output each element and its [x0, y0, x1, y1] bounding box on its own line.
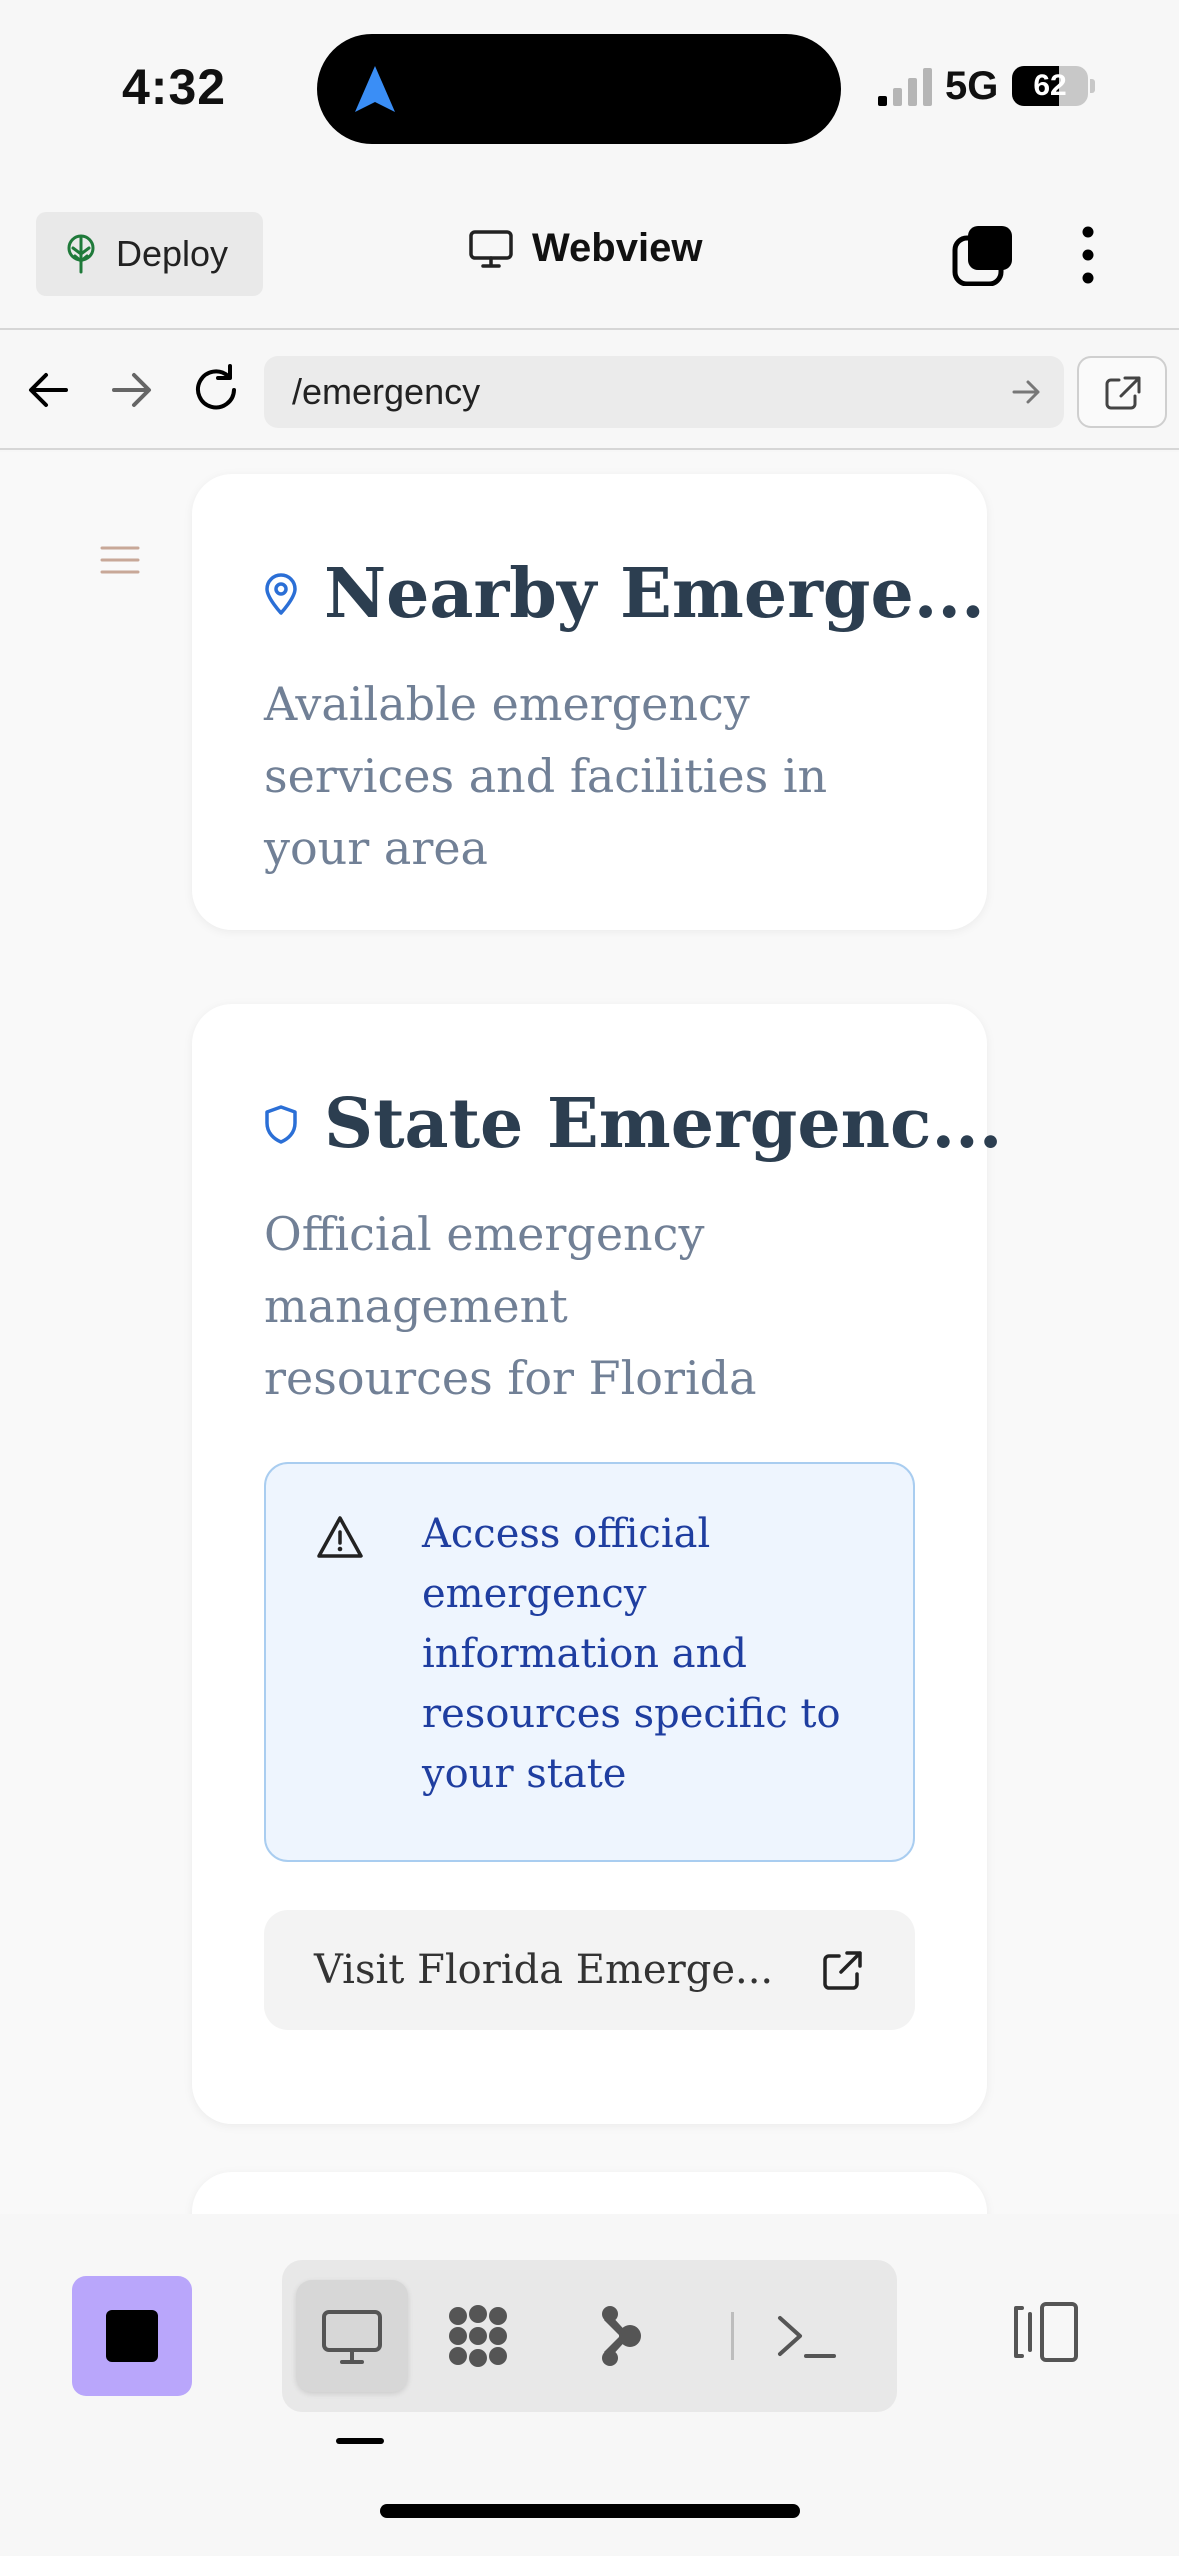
- go-arrow-icon[interactable]: [1008, 374, 1044, 410]
- card-subtitle: Official emergency management resources …: [264, 1207, 757, 1405]
- browser-toolbar: /emergency: [0, 332, 1179, 450]
- stop-icon: [106, 2310, 158, 2362]
- visit-florida-button[interactable]: Visit Florida Emerge...: [264, 1910, 915, 2030]
- toolbar-divider: [731, 2312, 734, 2360]
- map-pin-icon: [265, 573, 297, 615]
- battery-percent: 62: [1033, 69, 1067, 102]
- deploy-icon: [67, 234, 95, 274]
- state-emergency-card: State Emergenc... Official emergency man…: [192, 1004, 1002, 2124]
- deploy-button[interactable]: Deploy: [36, 212, 263, 296]
- home-indicator: [380, 2504, 800, 2518]
- url-text: /emergency: [292, 371, 481, 412]
- status-bar: 4:32 5G 62: [0, 0, 1179, 180]
- split-view-icon[interactable]: [1008, 2300, 1082, 2364]
- page-title: Webview: [468, 226, 702, 271]
- tool-apps[interactable]: [422, 2280, 534, 2392]
- more-options-icon[interactable]: [1068, 224, 1108, 286]
- reload-icon[interactable]: [188, 362, 244, 418]
- tabs-icon[interactable]: [952, 224, 1014, 286]
- tool-webview[interactable]: [296, 2280, 408, 2392]
- bottom-toolbar: [0, 2214, 1179, 2556]
- open-external-button[interactable]: [1077, 356, 1167, 428]
- status-time: 4:32: [122, 59, 227, 115]
- card-title: State Emergenc...: [264, 1084, 1002, 1164]
- alert-text: Access official emergency information an…: [422, 1511, 841, 1797]
- deploy-label: Deploy: [116, 233, 229, 274]
- location-arrow-icon: [355, 66, 395, 112]
- app-header: Deploy Webview: [0, 180, 1179, 330]
- url-input[interactable]: /emergency: [264, 356, 1064, 428]
- webview-content: Nearby Emerge... Available emergency ser…: [0, 452, 1179, 2214]
- tool-switcher: [282, 2260, 897, 2412]
- card-title-text: Nearby Emerge...: [324, 554, 985, 634]
- nearby-emergency-card: Nearby Emerge... Available emergency ser…: [192, 474, 987, 930]
- back-icon[interactable]: [20, 362, 76, 418]
- card-subtitle: Available emergency services and facilit…: [264, 677, 828, 875]
- apps-icon: [449, 2305, 507, 2367]
- tool-terminal[interactable]: [750, 2280, 862, 2392]
- next-card: [192, 2172, 987, 2214]
- hamburger-menu-icon[interactable]: [100, 544, 140, 576]
- tool-agent[interactable]: [564, 2280, 676, 2392]
- shield-icon: [265, 1105, 297, 1144]
- network-label: 5G: [945, 64, 999, 108]
- warning-triangle-icon: [317, 1516, 363, 1558]
- terminal-icon: [778, 2316, 836, 2358]
- external-link-icon: [1105, 376, 1141, 410]
- info-alert: Access official emergency information an…: [264, 1462, 915, 1862]
- monitor-icon: [469, 229, 513, 268]
- active-tab-indicator: [336, 2438, 384, 2444]
- battery-icon: 62: [1012, 66, 1096, 106]
- stop-button[interactable]: [72, 2276, 192, 2396]
- dynamic-island: [317, 34, 841, 144]
- cell-signal-icon: [878, 68, 932, 106]
- card-title: Nearby Emerge...: [264, 554, 985, 634]
- agent-icon: [602, 2306, 641, 2366]
- forward-icon[interactable]: [104, 362, 160, 418]
- external-link-icon: [823, 1951, 862, 1990]
- monitor-icon: [322, 2310, 382, 2364]
- visit-button-label: Visit Florida Emerge...: [314, 1947, 774, 1993]
- page-title-label: Webview: [532, 226, 703, 270]
- card-title-text: State Emergenc...: [324, 1084, 1003, 1164]
